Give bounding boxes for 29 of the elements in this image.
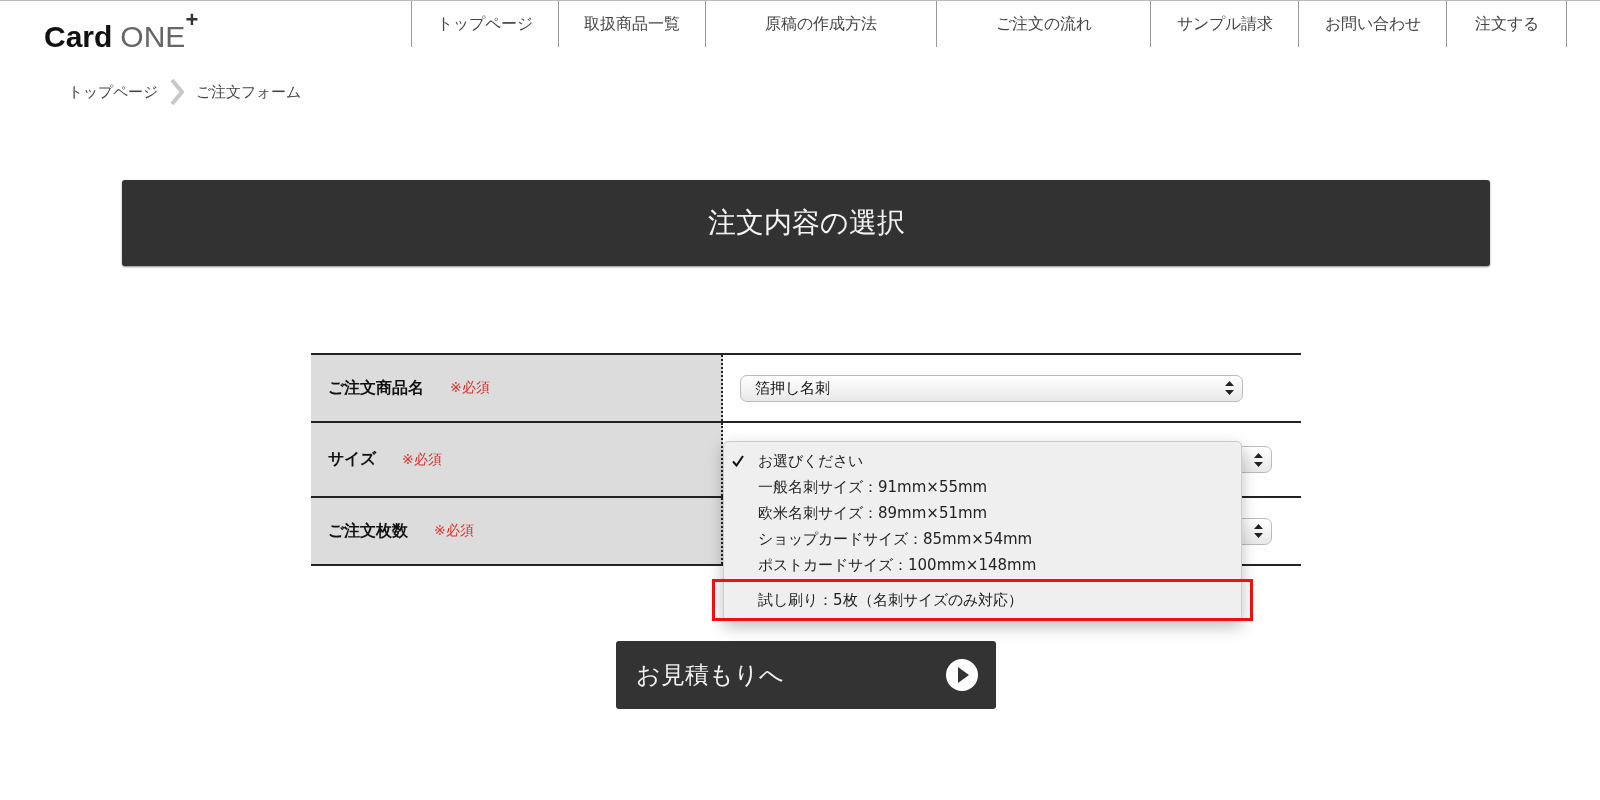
estimate-button[interactable]: お見積もりへ [616,641,996,709]
nav-link[interactable]: お問い合わせ [1298,1,1446,47]
field-label: ご注文商品名 [328,377,424,399]
nav-link[interactable]: 取扱商品一覧 [558,1,705,47]
nav-link[interactable]: ご注文の流れ [936,1,1150,47]
dropdown-option[interactable]: ショップカードサイズ：85mm×54mm [724,526,1241,552]
required-note: ※必須 [434,522,474,540]
nav-link[interactable]: サンプル請求 [1150,1,1298,47]
updown-arrows-icon [1254,524,1263,538]
logo[interactable]: Card ONE+ [44,9,411,55]
nav-link[interactable]: 注文する [1446,1,1566,47]
select-field[interactable]: 箔押し名刺 [740,374,1243,402]
dropdown-option[interactable]: ポストカードサイズ：100mm×148mm [724,552,1241,578]
field-label: ご注文枚数 [328,520,408,542]
dropdown-option[interactable]: 欧米名刺サイズ：89mm×51mm [724,500,1241,526]
field-label: サイズ [328,449,376,470]
play-icon [946,659,978,691]
dropdown-option[interactable]: 試し刷り：5枚（名刺サイズのみ対応） [715,582,1250,618]
nav-link[interactable]: 原稿の作成方法 [705,1,936,47]
updown-arrows-icon [1254,452,1263,467]
required-note: ※必須 [450,379,490,397]
required-note: ※必須 [402,450,442,469]
updown-arrows-icon [1225,381,1234,395]
breadcrumb-link[interactable]: トップページ [68,82,158,102]
section-title: 注文内容の選択 [122,180,1490,266]
dropdown-option[interactable]: 一般名刺サイズ：91mm×55mm [724,474,1241,500]
dropdown-option[interactable]: お選びください [724,448,1241,474]
chevron-icon [170,79,184,105]
nav-link[interactable]: トップページ [411,1,558,47]
